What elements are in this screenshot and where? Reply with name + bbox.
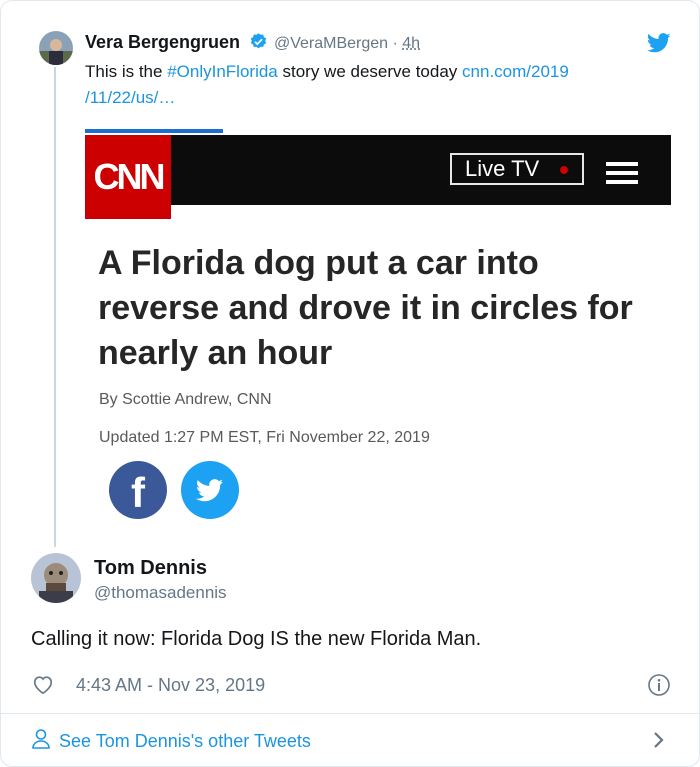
separator-dot: · xyxy=(392,35,398,52)
see-more-label[interactable]: See Tom Dennis's other Tweets xyxy=(59,731,311,752)
loading-progress-bar xyxy=(85,129,223,133)
reply-text: Calling it now: Florida Dog IS the new F… xyxy=(31,628,482,650)
cnn-logo: CNN xyxy=(85,135,171,219)
hamburger-menu-icon xyxy=(606,162,638,189)
person-icon xyxy=(31,728,51,755)
embedded-tweet-card: Vera Bergengruen @VeraMBergen · 4h This … xyxy=(0,0,700,767)
facebook-icon: f xyxy=(109,461,167,519)
reply-author-name[interactable]: Tom Dennis xyxy=(94,557,227,580)
info-icon[interactable] xyxy=(647,673,671,702)
reply-timestamp[interactable]: 4:43 AM - Nov 23, 2019 xyxy=(76,675,265,696)
text-after: story we deserve today xyxy=(277,62,463,81)
reply-author-handle[interactable]: @thomasadennis xyxy=(94,583,227,603)
heart-icon[interactable] xyxy=(32,674,54,700)
facebook-glyph: f xyxy=(131,469,145,516)
url-link-part1[interactable]: cnn.com/2019 xyxy=(462,62,569,81)
live-tv-button: Live TV xyxy=(450,153,584,185)
hashtag-link[interactable]: #OnlyInFlorida xyxy=(167,62,278,81)
reply-header: Tom Dennis @thomasadennis xyxy=(94,557,227,603)
see-more-tweets-link[interactable]: See Tom Dennis's other Tweets xyxy=(31,728,311,755)
author-avatar[interactable] xyxy=(39,31,73,65)
time-ago[interactable]: 4h xyxy=(402,35,420,52)
thread-line xyxy=(54,67,56,547)
reply-author-avatar[interactable] xyxy=(31,553,81,603)
author-name[interactable]: Vera Bergengruen xyxy=(85,32,240,52)
tweet-header: Vera Bergengruen @VeraMBergen · 4h xyxy=(85,32,420,56)
text-before: This is the xyxy=(85,62,168,81)
twitter-share-icon xyxy=(181,461,239,519)
verified-badge-icon xyxy=(249,32,268,56)
url-link-part2[interactable]: /11/22/us/… xyxy=(85,88,175,107)
tweet-text: This is the #OnlyInFlorida story we dese… xyxy=(85,59,665,111)
article-updated: Updated 1:27 PM EST, Fri November 22, 20… xyxy=(99,429,430,446)
live-dot-icon xyxy=(560,166,568,174)
footer-divider xyxy=(1,713,699,714)
twitter-bird-icon[interactable] xyxy=(646,33,671,58)
live-tv-label: Live TV xyxy=(465,156,540,181)
article-byline: By Scottie Andrew, CNN xyxy=(99,391,272,408)
article-headline: A Florida dog put a car into reverse and… xyxy=(98,244,633,372)
author-handle[interactable]: @VeraMBergen xyxy=(274,35,388,52)
chevron-right-icon[interactable] xyxy=(652,730,666,755)
